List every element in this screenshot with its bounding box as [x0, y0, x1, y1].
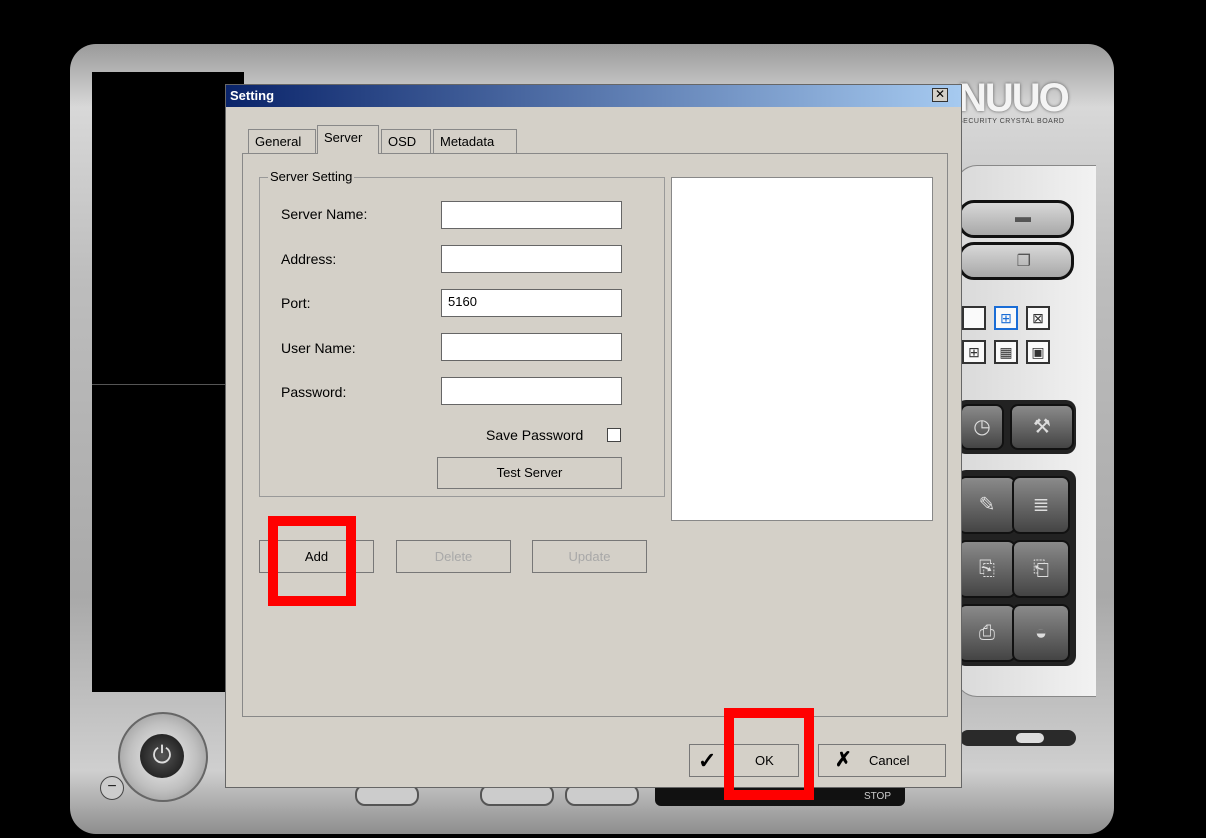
- export-button[interactable]: ⎗: [1012, 540, 1070, 598]
- list-icon: ≣: [1032, 494, 1050, 516]
- print-icon: ⎙: [979, 622, 995, 644]
- close-icon: ✕: [934, 87, 946, 101]
- backup-icon: ⎘: [979, 558, 995, 580]
- dialog-title: Setting: [230, 88, 275, 103]
- delete-button[interactable]: Delete: [396, 540, 511, 573]
- highlight-add: [268, 516, 356, 606]
- address-label: Address:: [281, 251, 337, 267]
- layout-pip-button[interactable]: ▣: [1026, 340, 1050, 364]
- layout-1-button[interactable]: [962, 306, 986, 330]
- schedule-button[interactable]: ◷: [960, 404, 1004, 450]
- cancel-button[interactable]: ✗ Cancel: [818, 744, 946, 777]
- hammer-icon: ⚒: [1033, 416, 1051, 438]
- layout-x-button[interactable]: ⊠: [1026, 306, 1050, 330]
- save-password-checkbox[interactable]: [607, 428, 621, 442]
- server-name-label: Server Name:: [281, 206, 368, 222]
- check-icon: ✓: [698, 748, 717, 773]
- layout-9-button[interactable]: ⊞: [962, 340, 986, 364]
- folder-button[interactable]: ▬: [958, 200, 1074, 238]
- user-name-input[interactable]: [441, 333, 622, 361]
- view-button[interactable]: ◒: [1012, 604, 1070, 662]
- highlight-ok: [724, 708, 814, 800]
- video-divider: [92, 384, 244, 385]
- tab-general[interactable]: General: [248, 129, 316, 153]
- log-button[interactable]: ≣: [1012, 476, 1070, 534]
- power-button[interactable]: ⏻: [118, 712, 208, 802]
- power-icon: ⏻: [140, 734, 184, 778]
- cancel-label: Cancel: [869, 753, 910, 768]
- address-input[interactable]: [441, 245, 622, 273]
- update-button[interactable]: Update: [532, 540, 647, 573]
- video-area: [92, 72, 244, 692]
- password-label: Password:: [281, 384, 347, 400]
- print-button[interactable]: ⎙: [958, 604, 1016, 662]
- copy-button[interactable]: ❐: [958, 242, 1074, 280]
- cross-icon: ✗: [835, 749, 852, 771]
- group-title: Server Setting: [268, 169, 355, 184]
- slider-knob[interactable]: [1016, 733, 1044, 743]
- server-list[interactable]: [671, 177, 933, 521]
- volume-slider[interactable]: [960, 730, 1076, 746]
- disk-icon: ⎗: [1033, 558, 1049, 580]
- folder-icon: ▬: [1015, 209, 1031, 226]
- brand-logo: NUUO SECURITY CRYSTAL BOARD: [958, 78, 1078, 128]
- tools-button[interactable]: ⚒: [1010, 404, 1074, 450]
- logo-text: NUUO: [958, 76, 1070, 120]
- layout-16-button[interactable]: ▦: [994, 340, 1018, 364]
- test-server-button[interactable]: Test Server: [437, 457, 622, 489]
- stop-label: STOP: [863, 791, 891, 802]
- edit-button[interactable]: ✎: [958, 476, 1016, 534]
- tab-metadata[interactable]: Metadata: [433, 129, 517, 153]
- user-name-label: User Name:: [281, 340, 356, 356]
- tab-osd[interactable]: OSD: [381, 129, 431, 153]
- backup-button[interactable]: ⎘: [958, 540, 1016, 598]
- logo-tagline: SECURITY CRYSTAL BOARD: [958, 118, 1065, 125]
- port-input[interactable]: 5160: [441, 289, 622, 317]
- copy-icon: ❐: [1016, 253, 1031, 270]
- setting-dialog: Setting ✕ General Server OSD Metadata Se…: [225, 84, 962, 788]
- tab-server[interactable]: Server: [317, 125, 379, 154]
- server-name-input[interactable]: [441, 201, 622, 229]
- password-input[interactable]: [441, 377, 622, 405]
- clock-icon: ◷: [973, 416, 991, 438]
- minimize-button[interactable]: −: [100, 776, 124, 800]
- close-button[interactable]: ✕: [932, 88, 948, 102]
- save-password-label: Save Password: [486, 427, 584, 443]
- eye-icon: ◒: [1034, 622, 1048, 644]
- layout-4-button[interactable]: ⊞: [994, 306, 1018, 330]
- pencil-icon: ✎: [978, 494, 996, 516]
- dialog-titlebar[interactable]: Setting ✕: [226, 85, 961, 107]
- port-label: Port:: [281, 295, 311, 311]
